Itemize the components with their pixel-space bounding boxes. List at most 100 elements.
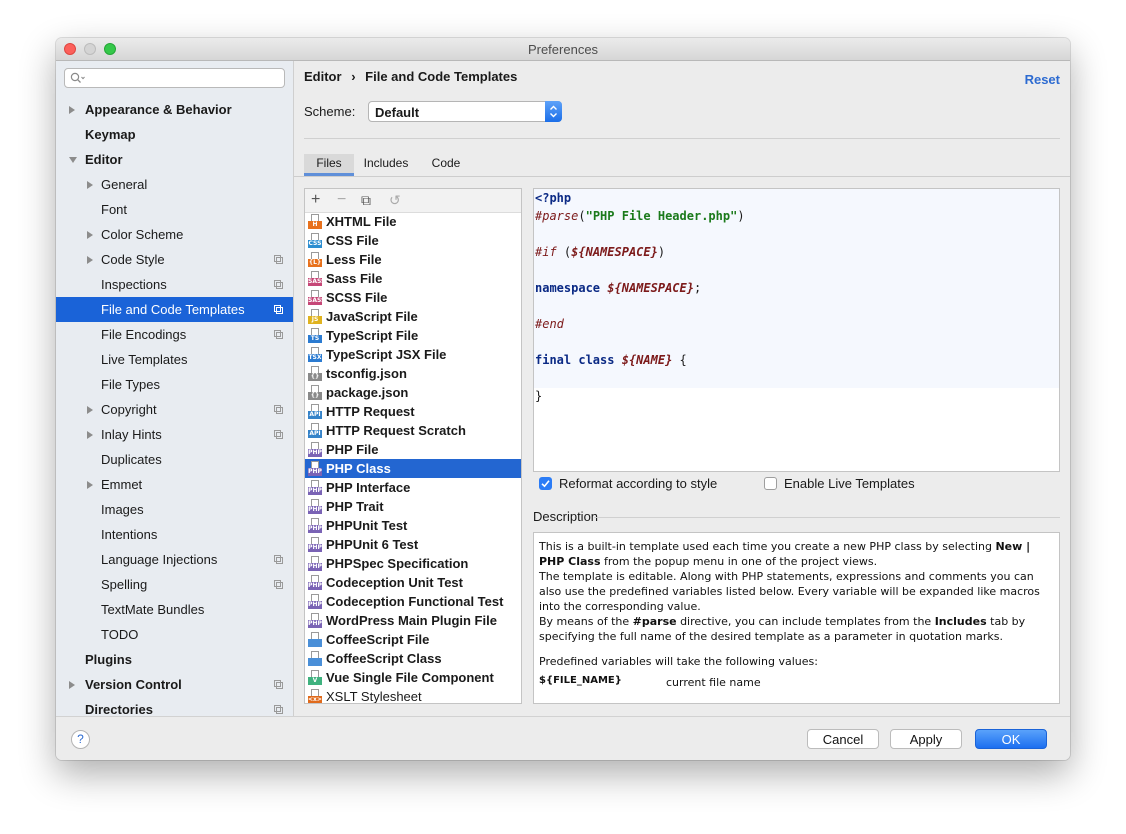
remove-icon[interactable]: −: [337, 191, 346, 209]
file-type-icon: PHP: [308, 575, 322, 590]
template-item-less-file[interactable]: {L} Less File: [305, 250, 521, 269]
template-item-css-file[interactable]: CSS CSS File: [305, 231, 521, 250]
expand-arrow-right-icon[interactable]: [87, 231, 93, 239]
sidebar-item-code-style[interactable]: Code Style: [56, 247, 293, 272]
template-name: CSS File: [326, 233, 379, 248]
template-item-sass-file[interactable]: SASS Sass File: [305, 269, 521, 288]
template-item-package-json[interactable]: {} package.json: [305, 383, 521, 402]
sidebar-item-font[interactable]: Font: [56, 197, 293, 222]
divider: [304, 138, 1060, 139]
expand-arrow-right-icon[interactable]: [87, 481, 93, 489]
ok-button[interactable]: OK: [975, 729, 1047, 749]
description-divider: [594, 517, 1060, 518]
copy-icon[interactable]: ⧉: [361, 192, 371, 209]
template-name: PHP File: [326, 442, 379, 457]
sidebar-item-spelling[interactable]: Spelling: [56, 572, 293, 597]
sidebar-item-appearance-behavior[interactable]: Appearance & Behavior: [56, 97, 293, 122]
sidebar-item-keymap[interactable]: Keymap: [56, 122, 293, 147]
sidebar-item-label: Spelling: [101, 577, 148, 592]
sidebar-item-color-scheme[interactable]: Color Scheme: [56, 222, 293, 247]
template-item-javascript-file[interactable]: JS JavaScript File: [305, 307, 521, 326]
sidebar-item-plugins[interactable]: Plugins: [56, 647, 293, 672]
template-item-codeception-unit-test[interactable]: PHP Codeception Unit Test: [305, 573, 521, 592]
expand-arrow-down-icon[interactable]: [69, 157, 77, 163]
template-item-xslt-stylesheet[interactable]: <x> XSLT Stylesheet: [305, 687, 521, 703]
expand-arrow-right-icon[interactable]: [69, 106, 75, 114]
sidebar-item-version-control[interactable]: Version Control: [56, 672, 293, 697]
sidebar-item-label: File Types: [101, 377, 161, 392]
reset-icon[interactable]: ↺: [389, 192, 401, 209]
template-item-php-trait[interactable]: PHP PHP Trait: [305, 497, 521, 516]
template-item-coffeescript-file[interactable]: CoffeeScript File: [305, 630, 521, 649]
tab-code[interactable]: Code: [418, 154, 474, 176]
template-item-phpunit-test[interactable]: PHP PHPUnit Test: [305, 516, 521, 535]
sidebar-item-label: General: [101, 177, 148, 192]
sidebar-item-copyright[interactable]: Copyright: [56, 397, 293, 422]
template-editor[interactable]: <?php #parse("PHP File Header.php") #if (…: [533, 188, 1060, 472]
breadcrumb-leaf: File and Code Templates: [365, 69, 518, 84]
template-item-http-request[interactable]: API HTTP Request: [305, 402, 521, 421]
sidebar-item-intentions[interactable]: Intentions: [56, 522, 293, 547]
file-type-icon: JS: [308, 309, 322, 324]
expand-arrow-right-icon[interactable]: [69, 681, 75, 689]
sidebar-item-inspections[interactable]: Inspections: [56, 272, 293, 297]
template-name: Less File: [326, 252, 382, 267]
apply-button[interactable]: Apply: [890, 729, 962, 749]
sidebar-item-todo[interactable]: TODO: [56, 622, 293, 647]
template-item-php-class[interactable]: PHP PHP Class: [305, 459, 521, 478]
template-name: WordPress Main Plugin File: [326, 613, 497, 628]
template-item-typescript-jsx-file[interactable]: TSX TypeScript JSX File: [305, 345, 521, 364]
sidebar-item-editor[interactable]: Editor: [56, 147, 293, 172]
tab-includes[interactable]: Includes: [354, 154, 418, 176]
file-type-icon: API: [308, 423, 322, 438]
tab-files[interactable]: Files: [304, 154, 354, 176]
template-item-phpunit-6-test[interactable]: PHP PHPUnit 6 Test: [305, 535, 521, 554]
sidebar-item-inlay-hints[interactable]: Inlay Hints: [56, 422, 293, 447]
template-name: Sass File: [326, 271, 383, 286]
sidebar-item-live-templates[interactable]: Live Templates: [56, 347, 293, 372]
sidebar-item-label: Color Scheme: [101, 227, 184, 242]
breadcrumb-root[interactable]: Editor: [304, 69, 342, 84]
help-button[interactable]: ?: [71, 730, 90, 749]
sidebar-item-file-and-code-templates[interactable]: File and Code Templates: [56, 297, 293, 322]
project-scope-icon: [274, 305, 283, 314]
template-item-scss-file[interactable]: SASS SCSS File: [305, 288, 521, 307]
template-item-tsconfig-json[interactable]: {} tsconfig.json: [305, 364, 521, 383]
sidebar-item-language-injections[interactable]: Language Injections: [56, 547, 293, 572]
cancel-button[interactable]: Cancel: [807, 729, 879, 749]
template-item-xhtml-file[interactable]: H XHTML File: [305, 212, 521, 231]
sidebar-item-duplicates[interactable]: Duplicates: [56, 447, 293, 472]
sidebar-item-emmet[interactable]: Emmet: [56, 472, 293, 497]
scheme-select[interactable]: Default: [368, 101, 562, 122]
template-item-vue-single-file-component[interactable]: V Vue Single File Component: [305, 668, 521, 687]
sidebar-item-images[interactable]: Images: [56, 497, 293, 522]
template-name: HTTP Request: [326, 404, 415, 419]
reset-link[interactable]: Reset: [1025, 72, 1060, 87]
template-item-php-file[interactable]: PHP PHP File: [305, 440, 521, 459]
expand-arrow-right-icon[interactable]: [87, 181, 93, 189]
code-line: <?php: [535, 191, 572, 205]
template-name: Codeception Unit Test: [326, 575, 463, 590]
preferences-window: Preferences Appearance & Behavior Keymap E…: [56, 38, 1070, 760]
settings-search-input[interactable]: [64, 68, 285, 88]
template-item-phpspec-specification[interactable]: PHP PHPSpec Specification: [305, 554, 521, 573]
add-icon[interactable]: +: [311, 191, 320, 209]
sidebar-item-file-types[interactable]: File Types: [56, 372, 293, 397]
template-name: tsconfig.json: [326, 366, 407, 381]
template-item-coffeescript-class[interactable]: CoffeeScript Class: [305, 649, 521, 668]
expand-arrow-right-icon[interactable]: [87, 431, 93, 439]
code-line: final class ${NAME} {: [535, 353, 687, 367]
scheme-label: Scheme:: [304, 104, 356, 119]
sidebar-item-label: Inspections: [101, 277, 167, 292]
template-item-typescript-file[interactable]: TS TypeScript File: [305, 326, 521, 345]
sidebar-item-general[interactable]: General: [56, 172, 293, 197]
expand-arrow-right-icon[interactable]: [87, 406, 93, 414]
template-item-codeception-functional-test[interactable]: PHP Codeception Functional Test: [305, 592, 521, 611]
template-item-http-request-scratch[interactable]: API HTTP Request Scratch: [305, 421, 521, 440]
expand-arrow-right-icon[interactable]: [87, 256, 93, 264]
template-item-wordpress-main-plugin-file[interactable]: PHP WordPress Main Plugin File: [305, 611, 521, 630]
sidebar-item-textmate-bundles[interactable]: TextMate Bundles: [56, 597, 293, 622]
sidebar-item-file-encodings[interactable]: File Encodings: [56, 322, 293, 347]
template-item-php-interface[interactable]: PHP PHP Interface: [305, 478, 521, 497]
